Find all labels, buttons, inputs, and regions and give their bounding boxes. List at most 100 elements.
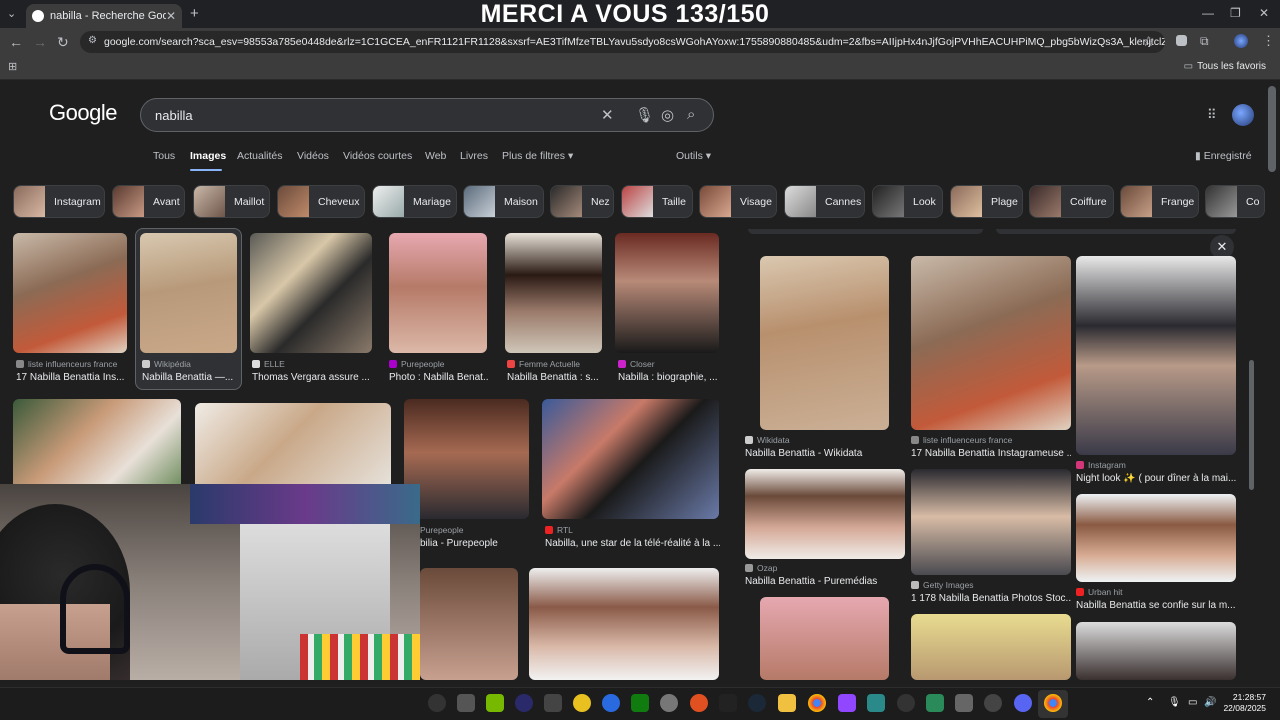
app-icon[interactable] xyxy=(428,694,446,712)
account-avatar[interactable] xyxy=(1232,104,1254,126)
app-icon[interactable] xyxy=(457,694,475,712)
tab-images[interactable]: Images xyxy=(190,150,226,162)
tray-chevron-icon[interactable]: ⌃ xyxy=(1146,697,1154,708)
reload-icon[interactable]: ↻ xyxy=(57,34,69,51)
result-caption[interactable]: Nabilla Benattia : s... xyxy=(507,372,602,383)
result-image[interactable] xyxy=(140,233,237,353)
tab-list-icon[interactable]: ⌄ xyxy=(7,7,16,20)
panel-image[interactable] xyxy=(911,614,1071,680)
result-image[interactable] xyxy=(505,233,602,353)
panel-caption[interactable]: Night look ✨ ( pour dîner à la mai... xyxy=(1076,473,1236,484)
clear-icon[interactable]: ✕ xyxy=(601,106,614,124)
chip-instagram[interactable]: Instagram xyxy=(13,185,105,218)
chip-maison[interactable]: Maison xyxy=(463,185,544,218)
panel-image[interactable] xyxy=(911,469,1071,575)
volume-icon[interactable]: 🔊 xyxy=(1204,697,1216,708)
forward-icon[interactable]: → xyxy=(33,34,47,50)
close-window-icon[interactable]: ✕ xyxy=(1259,6,1269,20)
tab-short-videos[interactable]: Vidéos courtes xyxy=(343,150,412,162)
result-caption[interactable]: Photo : Nabilla Benat... xyxy=(389,372,489,383)
maximize-icon[interactable]: ❐ xyxy=(1230,6,1241,20)
calculator-icon[interactable] xyxy=(955,694,973,712)
tab-videos[interactable]: Vidéos xyxy=(297,150,329,162)
chip-look[interactable]: Look xyxy=(872,185,943,218)
network-icon[interactable]: ▭ xyxy=(1188,697,1197,708)
panel-image[interactable] xyxy=(760,597,889,680)
result-caption[interactable]: bilia - Purepeople xyxy=(420,538,530,549)
bookmark-star-icon[interactable]: ☆ xyxy=(1142,33,1155,50)
app-icon[interactable] xyxy=(984,694,1002,712)
back-icon[interactable]: ← xyxy=(9,34,23,50)
apps-grid-icon[interactable]: ⊞ xyxy=(8,60,17,73)
close-tab-icon[interactable]: ✕ xyxy=(166,9,176,23)
extensions-puzzle-icon[interactable]: ⧉ xyxy=(1200,34,1209,49)
app-icon[interactable] xyxy=(690,694,708,712)
profile-avatar[interactable] xyxy=(1234,34,1248,48)
app-icon[interactable] xyxy=(515,694,533,712)
tab-news[interactable]: Actualités xyxy=(237,150,283,162)
tools-dropdown[interactable]: Outils ▾ xyxy=(676,150,711,162)
result-caption[interactable]: Nabilla Benattia —... xyxy=(142,372,238,383)
result-image[interactable] xyxy=(420,568,518,680)
search-box[interactable]: nabilla ✕ 🎙 ◎ ⌕ xyxy=(140,98,714,132)
chrome-icon[interactable] xyxy=(808,694,826,712)
result-image[interactable] xyxy=(389,233,487,353)
chip-taille[interactable]: Taille xyxy=(621,185,693,218)
result-image[interactable] xyxy=(404,399,529,519)
result-caption[interactable]: Nabilla, une star de la télé-réalité à l… xyxy=(545,538,720,549)
app-icon[interactable] xyxy=(926,694,944,712)
more-filters-dropdown[interactable]: Plus de filtres ▾ xyxy=(502,150,573,162)
page-scrollbar[interactable] xyxy=(1268,86,1276,172)
chip-cannes[interactable]: Cannes xyxy=(784,185,865,218)
panel-scrollbar[interactable] xyxy=(1249,360,1254,490)
result-caption[interactable]: 17 Nabilla Benattia Ins... xyxy=(16,372,128,383)
app-icon[interactable] xyxy=(897,694,915,712)
site-info-icon[interactable]: ⚙ xyxy=(88,35,97,46)
system-clock[interactable]: 21:28:57 22/08/2025 xyxy=(1223,692,1266,714)
result-caption[interactable]: Thomas Vergara assure ... xyxy=(252,372,372,383)
result-image[interactable] xyxy=(529,568,719,680)
epic-games-icon[interactable] xyxy=(719,694,737,712)
chip-coiffure[interactable]: Coiffure xyxy=(1029,185,1114,218)
search-input[interactable]: nabilla xyxy=(155,108,193,123)
app-icon[interactable] xyxy=(602,694,620,712)
minimize-icon[interactable]: — xyxy=(1202,6,1214,20)
menu-kebab-icon[interactable]: ⋮ xyxy=(1262,33,1275,49)
chip-visage[interactable]: Visage xyxy=(699,185,777,218)
discord-icon[interactable] xyxy=(1014,694,1032,712)
app-icon[interactable] xyxy=(544,694,562,712)
saved-link[interactable]: ▮ Enregistré xyxy=(1195,150,1252,162)
panel-caption[interactable]: 17 Nabilla Benattia Instagrameuse ... xyxy=(911,448,1071,459)
result-image[interactable] xyxy=(13,233,127,353)
new-tab-button[interactable]: + xyxy=(190,5,199,22)
tab-all[interactable]: Tous xyxy=(153,150,175,162)
result-image[interactable] xyxy=(13,399,181,489)
panel-caption[interactable]: Nabilla Benattia se confie sur la m... xyxy=(1076,600,1236,611)
result-image[interactable] xyxy=(615,233,719,353)
address-bar[interactable]: ⚙ google.com/search?sca_esv=98553a785e04… xyxy=(80,31,1165,53)
twitch-icon[interactable] xyxy=(838,694,856,712)
chip-cheveux[interactable]: Cheveux xyxy=(277,185,365,218)
microphone-icon[interactable]: 🎙 xyxy=(635,106,654,124)
tab-books[interactable]: Livres xyxy=(460,150,488,162)
xbox-icon[interactable] xyxy=(631,694,649,712)
app-icon[interactable] xyxy=(573,694,591,712)
chip-frange[interactable]: Frange xyxy=(1120,185,1199,218)
panel-image[interactable] xyxy=(745,469,905,559)
chrome-icon[interactable] xyxy=(1044,694,1062,712)
steam-icon[interactable] xyxy=(748,694,766,712)
result-image[interactable] xyxy=(542,399,719,519)
tab-web[interactable]: Web xyxy=(425,150,446,162)
panel-image[interactable] xyxy=(1076,256,1236,455)
nvidia-icon[interactable] xyxy=(486,694,504,712)
panel-caption[interactable]: 1 178 Nabilla Benattia Photos Stoc... xyxy=(911,593,1071,604)
extension-icon[interactable] xyxy=(1176,35,1187,46)
panel-image[interactable] xyxy=(911,256,1071,430)
lens-icon[interactable]: ◎ xyxy=(661,106,674,124)
google-logo[interactable]: Google xyxy=(49,100,117,126)
panel-caption[interactable]: Nabilla Benattia - Puremédias xyxy=(745,576,905,587)
microphone-tray-icon[interactable]: 🎙 xyxy=(1168,697,1181,708)
app-icon[interactable] xyxy=(867,694,885,712)
google-apps-icon[interactable]: ⠿ xyxy=(1207,107,1217,123)
result-caption[interactable]: Nabilla : biographie, ... xyxy=(618,372,718,383)
